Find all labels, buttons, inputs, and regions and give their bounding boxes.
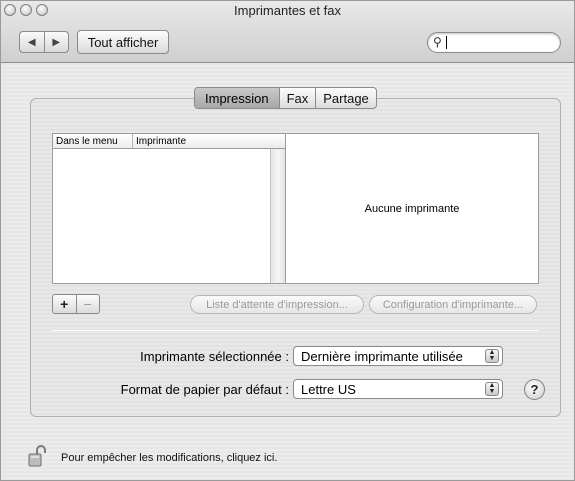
selected-printer-label: Imprimante sélectionnée : [140, 349, 289, 364]
selected-printer-value: Dernière imprimante utilisée [301, 348, 463, 364]
forward-button[interactable]: ▶ [45, 32, 69, 52]
column-header-in-menu[interactable]: Dans le menu [53, 134, 133, 148]
printer-setup-button[interactable]: Configuration d'imprimante... [369, 295, 537, 314]
paper-size-label: Format de papier par défaut : [120, 382, 289, 397]
tab-impression[interactable]: Impression [195, 88, 279, 108]
lock-open-icon[interactable] [28, 445, 46, 467]
help-button[interactable]: ? [524, 379, 545, 400]
tab-partage[interactable]: Partage [315, 88, 376, 108]
triangle-right-icon: ▶ [52, 36, 61, 48]
printer-detail-pane: Aucune imprimante [285, 133, 539, 284]
remove-printer-button[interactable]: − [77, 295, 100, 313]
add-remove-control: + − [52, 294, 100, 314]
printer-list-header: Dans le menu Imprimante [53, 134, 285, 149]
lock-message[interactable]: Pour empêcher les modifications, cliquez… [61, 452, 277, 464]
window-title: Imprimantes et fax [234, 3, 341, 18]
selected-printer-popup[interactable]: Dernière imprimante utilisée ▲ ▼ [293, 346, 503, 366]
column-header-printer[interactable]: Imprimante [133, 134, 285, 148]
magnifier-icon: ⚲ [433, 35, 442, 49]
paper-size-popup[interactable]: Lettre US ▲ ▼ [293, 379, 503, 399]
show-all-button[interactable]: Tout afficher [77, 30, 169, 54]
separator [52, 330, 539, 331]
print-queue-button[interactable]: Liste d'attente d'impression... [190, 295, 364, 314]
paper-size-value: Lettre US [301, 381, 356, 397]
add-printer-button[interactable]: + [53, 295, 77, 313]
triangle-left-icon: ◀ [27, 36, 36, 48]
popup-arrows-icon: ▲ ▼ [485, 349, 499, 363]
text-cursor [446, 36, 447, 49]
search-field[interactable]: ⚲ [427, 32, 561, 53]
printer-list-scrollbar[interactable] [270, 149, 285, 283]
preferences-window: Imprimantes et fax ◀ ▶ Tout afficher ⚲ I… [0, 0, 575, 481]
popup-arrows-icon: ▲ ▼ [485, 382, 499, 396]
no-printer-message: Aucune imprimante [364, 202, 460, 215]
tab-fax[interactable]: Fax [278, 88, 316, 108]
back-forward-control: ◀ ▶ [19, 31, 69, 53]
tab-bar: Impression Fax Partage [194, 87, 377, 109]
back-button[interactable]: ◀ [20, 32, 45, 52]
title-toolbar-bar: Imprimantes et fax ◀ ▶ Tout afficher ⚲ [1, 1, 574, 63]
printer-list[interactable]: Dans le menu Imprimante [52, 133, 286, 284]
